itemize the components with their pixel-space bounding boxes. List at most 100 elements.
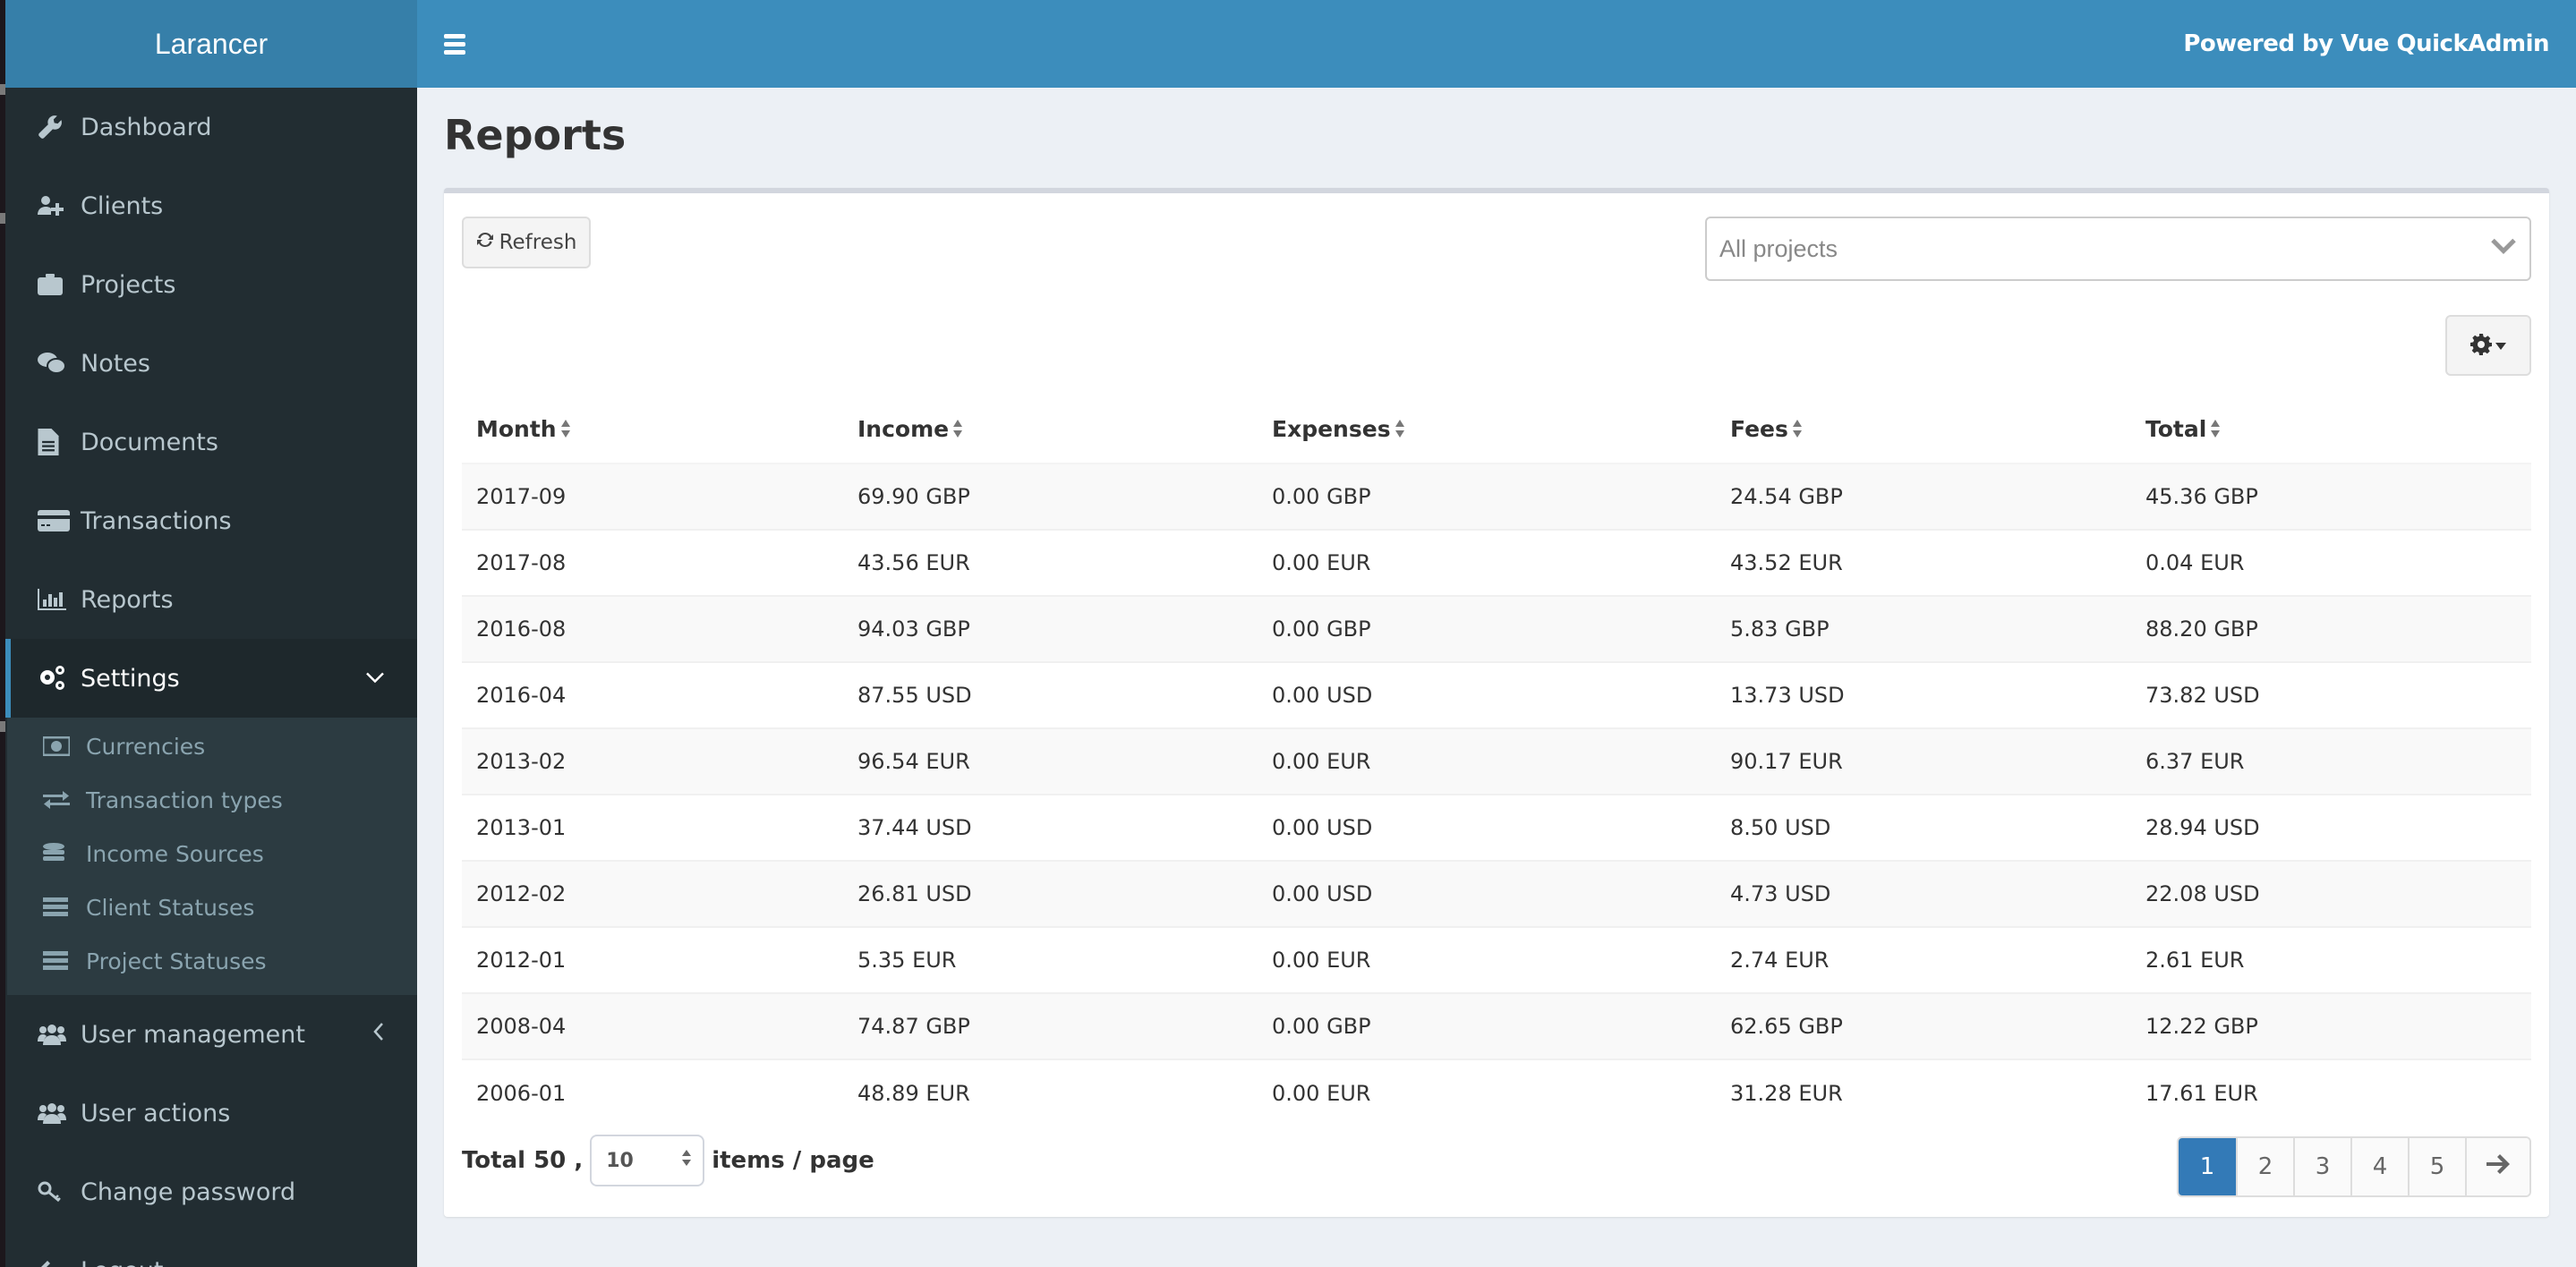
cell-expenses: 0.00 EUR [1258, 1059, 1716, 1126]
sidebar-item-user-management[interactable]: User management [5, 995, 417, 1074]
sidebar-item-documents[interactable]: Documents [5, 403, 417, 481]
column-header-expenses[interactable]: Expenses [1258, 397, 1716, 464]
sort-icon [2210, 418, 2221, 444]
cell-month: 2013-02 [462, 727, 843, 795]
sidebar-item-label: User actions [81, 1099, 231, 1127]
wrench-icon [38, 115, 81, 140]
project-filter-select[interactable]: All projects [1705, 217, 2531, 281]
settings-submenu: Currencies Transaction types Income Sour… [7, 718, 417, 995]
table-row: 2008-04 74.87 GBP 0.00 GBP 62.65 GBP 12.22 G… [462, 992, 2531, 1059]
cell-total: 6.37 EUR [2131, 727, 2531, 795]
cell-month: 2006-01 [462, 1059, 843, 1126]
submenu-item-label: Income Sources [86, 840, 264, 867]
submenu-item-project-statuses[interactable]: Project Statuses [7, 934, 417, 988]
column-header-income[interactable]: Income [843, 397, 1258, 464]
column-settings-button[interactable] [2445, 315, 2531, 376]
submenu-item-transaction-types[interactable]: Transaction types [7, 773, 417, 827]
table-row: 2012-01 5.35 EUR 0.00 EUR 2.74 EUR 2.61 EUR [462, 926, 2531, 993]
cell-fees: 62.65 GBP [1716, 992, 2131, 1059]
sidebar-item-reports[interactable]: Reports [5, 560, 417, 639]
cell-month: 2012-01 [462, 926, 843, 993]
sidebar-item-projects[interactable]: Projects [5, 245, 417, 324]
server-icon [43, 951, 86, 971]
cell-fees: 13.73 USD [1716, 661, 2131, 728]
page-title: Reports [444, 111, 627, 159]
users-icon [38, 1101, 81, 1125]
cell-income: 69.90 GBP [843, 463, 1258, 530]
cell-total: 17.61 EUR [2131, 1059, 2531, 1126]
cell-total: 2.61 EUR [2131, 926, 2531, 993]
table-row: 2006-01 48.89 EUR 0.00 EUR 31.28 EUR 17.61 E… [462, 1059, 2531, 1126]
sidebar-item-change-password[interactable]: Change password [5, 1152, 417, 1231]
total-count: Total 50 , [462, 1147, 584, 1174]
table-header-row: Month Income Expenses Fees Total [462, 397, 2531, 464]
sidebar-item-user-actions[interactable]: User actions [5, 1074, 417, 1152]
sidebar-item-logout[interactable]: Logout [5, 1231, 417, 1267]
cell-fees: 90.17 EUR [1716, 727, 2131, 795]
sidebar-item-clients[interactable]: Clients [5, 166, 417, 245]
pagination: 1 2 3 4 5 [2177, 1136, 2531, 1197]
column-header-fees[interactable]: Fees [1716, 397, 2131, 464]
column-header-month[interactable]: Month [462, 397, 843, 464]
cell-expenses: 0.00 USD [1258, 661, 1716, 728]
submenu-item-client-statuses[interactable]: Client Statuses [7, 880, 417, 934]
cell-expenses: 0.00 GBP [1258, 992, 1716, 1059]
page-button-3[interactable]: 3 [2293, 1138, 2350, 1195]
cell-income: 43.56 EUR [843, 529, 1258, 596]
page-button-2[interactable]: 2 [2236, 1138, 2293, 1195]
table-row: 2016-08 94.03 GBP 0.00 GBP 5.83 GBP 88.20 GB… [462, 595, 2531, 662]
submenu-item-income-sources[interactable]: Income Sources [7, 827, 417, 880]
sidebar-item-notes[interactable]: Notes [5, 324, 417, 403]
next-page-button[interactable] [2465, 1138, 2529, 1195]
cell-fees: 24.54 GBP [1716, 463, 2131, 530]
sidebar-item-label: Settings [81, 664, 180, 693]
cell-fees: 8.50 USD [1716, 794, 2131, 861]
column-header-total[interactable]: Total [2131, 397, 2531, 464]
cell-income: 5.35 EUR [843, 926, 1258, 993]
sidebar-item-label: Logout [81, 1257, 163, 1267]
submenu-item-label: Project Statuses [86, 948, 267, 974]
gear-icon [2470, 333, 2492, 358]
items-per-page-value: 10 [606, 1149, 634, 1172]
database-icon [43, 843, 86, 864]
briefcase-icon [38, 273, 81, 296]
cell-fees: 31.28 EUR [1716, 1059, 2131, 1126]
server-icon [43, 897, 86, 917]
sidebar-item-transactions[interactable]: Transactions [5, 481, 417, 560]
sidebar: Larancer Dashboard Clients Projects Note… [5, 0, 417, 1267]
cell-month: 2017-09 [462, 463, 843, 530]
cell-month: 2016-08 [462, 595, 843, 662]
page-button-4[interactable]: 4 [2350, 1138, 2408, 1195]
chevron-left-icon [372, 1022, 385, 1047]
users-icon [38, 1023, 81, 1046]
sidebar-item-settings[interactable]: Settings [5, 639, 417, 718]
cell-expenses: 0.00 EUR [1258, 727, 1716, 795]
sidebar-item-label: Transactions [81, 506, 232, 535]
reports-table: Month Income Expenses Fees Total 2017-09… [462, 397, 2531, 1126]
menu-toggle-icon[interactable] [444, 30, 465, 58]
sidebar-item-label: Dashboard [81, 113, 212, 141]
sidebar-item-dashboard[interactable]: Dashboard [5, 88, 417, 166]
cell-expenses: 0.00 USD [1258, 860, 1716, 927]
table-row: 2017-08 43.56 EUR 0.00 EUR 43.52 EUR 0.04 EU… [462, 529, 2531, 596]
key-icon [38, 1180, 81, 1203]
brand-logo[interactable]: Larancer [5, 0, 417, 88]
arrow-right-icon [2486, 1153, 2510, 1181]
page-button-1[interactable]: 1 [2179, 1138, 2236, 1195]
refresh-label: Refresh [499, 231, 577, 254]
cell-income: 94.03 GBP [843, 595, 1258, 662]
exchange-icon [43, 790, 86, 810]
sidebar-item-label: User management [81, 1020, 305, 1049]
submenu-item-currencies[interactable]: Currencies [7, 719, 417, 773]
user-plus-icon [38, 193, 81, 218]
reports-card: Refresh All projects Month Income Expens… [444, 188, 2549, 1217]
submenu-item-label: Transaction types [86, 787, 283, 813]
wechat-icon [38, 351, 81, 376]
table-row: 2012-02 26.81 USD 0.00 USD 4.73 USD 22.08 US… [462, 860, 2531, 927]
cell-expenses: 0.00 GBP [1258, 463, 1716, 530]
project-select-value: All projects [1719, 234, 1838, 262]
refresh-button[interactable]: Refresh [462, 217, 591, 268]
page-button-5[interactable]: 5 [2408, 1138, 2465, 1195]
items-per-page-input[interactable]: 10 [590, 1135, 705, 1186]
cell-fees: 43.52 EUR [1716, 529, 2131, 596]
